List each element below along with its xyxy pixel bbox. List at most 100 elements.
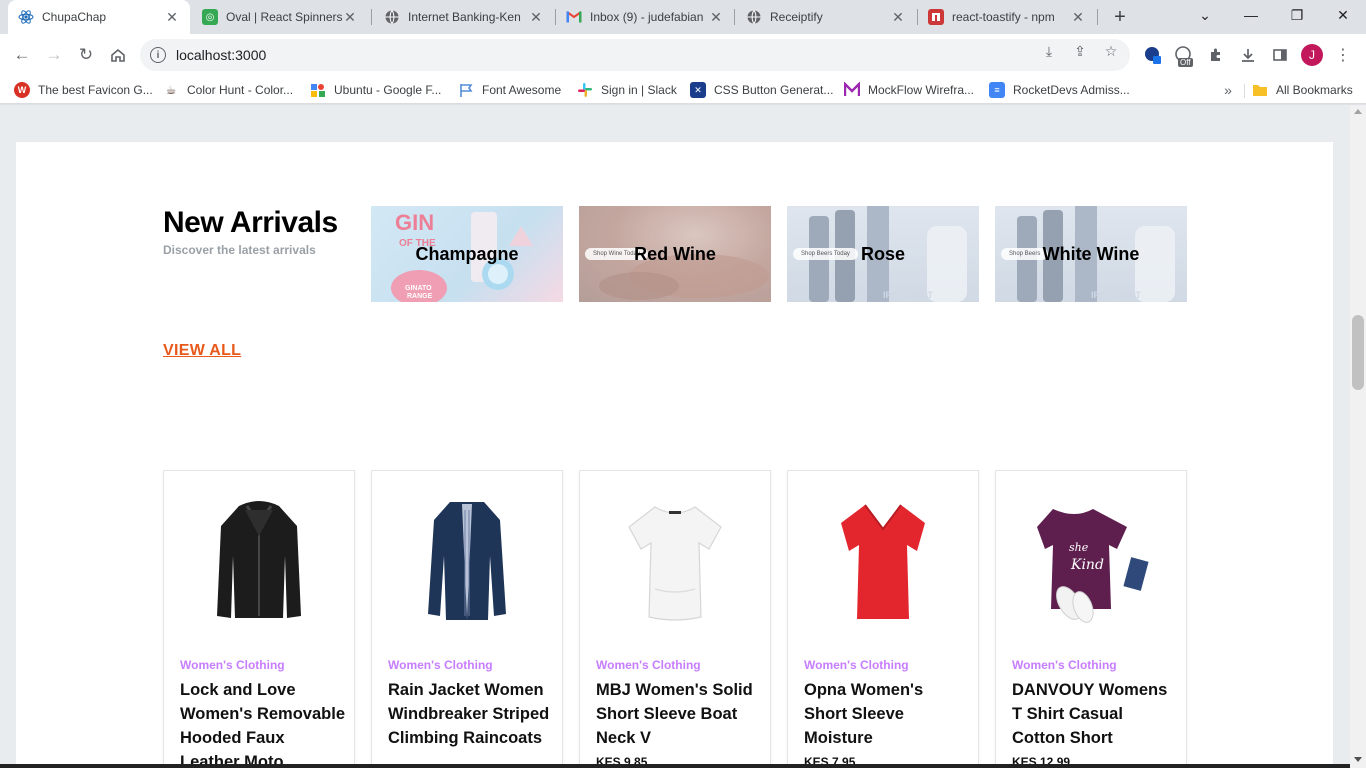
product-image-white-tshirt [580,481,770,641]
folder-icon [1252,82,1268,98]
product-category: Women's Clothing [388,658,493,672]
npm-icon [928,9,944,25]
close-tab-icon[interactable]: ✕ [708,9,724,25]
bookmarks-bar: W The best Favicon G... ☕ Color Hunt - C… [0,76,1366,104]
category-tile-rose[interactable]: IRE STRAIT Shop Beers Today Rose [787,206,979,302]
all-bookmarks-folder[interactable]: All Bookmarks [1252,80,1353,100]
close-window-button[interactable]: ✕ [1320,0,1366,30]
taskbar-edge [0,764,1350,768]
close-tab-icon[interactable]: ✕ [528,9,544,25]
flag-icon [458,82,474,98]
bookmark-font-awesome[interactable]: Font Awesome [458,80,561,100]
install-app-icon[interactable]: ⤓ [1040,42,1058,60]
product-image-black-leather-jacket [164,481,354,641]
new-arrivals-subheading: Discover the latest arrivals [163,243,316,257]
tab-title: Receiptify [770,10,823,24]
new-arrivals-heading: New Arrivals [163,206,338,239]
tab-react-spinners[interactable]: ◎ Oval | React Spinners ✕ [192,0,368,34]
more-menu-icon[interactable]: ⋮ [1335,43,1351,67]
tab-title: react-toastify - npm [952,10,1055,24]
tab-title: Oval | React Spinners [226,10,342,24]
page-content: New Arrivals Discover the latest arrival… [16,142,1333,768]
product-image-purple-tshirt: she Kind [996,481,1186,641]
downloads-icon[interactable] [1236,43,1260,67]
product-title[interactable]: Rain Jacket Women Windbreaker Striped Cl… [388,678,553,750]
product-title[interactable]: Opna Women's Short Sleeve Moisture [804,678,969,750]
product-title[interactable]: DANVOUY Womens T Shirt Casual Cotton Sho… [1012,678,1177,750]
close-tab-icon[interactable]: ✕ [164,9,180,25]
close-tab-icon[interactable]: ✕ [1070,9,1086,25]
tab-title: Inbox (9) - judefabian [590,10,704,24]
product-image-red-tshirt [788,481,978,641]
tab-receiptify[interactable]: Receiptify ✕ [736,0,916,34]
product-card[interactable]: Women's Clothing Lock and Love Women's R… [163,470,355,768]
page-scrollbar[interactable] [1350,105,1366,768]
bookmark-label: The best Favicon G... [38,83,153,97]
category-tile-red-wine[interactable]: Shop Wine Today Red Wine [579,206,771,302]
category-tile-white-wine[interactable]: IRE STRAIT Shop Beers White Wine [995,206,1187,302]
browser-toolbar: ← → ↻ i localhost:3000 ⤓ ⇪ ☆ Off J ⋮ [0,34,1366,76]
product-title[interactable]: Lock and Love Women's Removable Hooded F… [180,678,345,768]
bookmark-mockflow[interactable]: MockFlow Wirefra... [844,80,974,100]
svg-text:Kind: Kind [1070,557,1104,573]
product-category: Women's Clothing [1012,658,1117,672]
product-card[interactable]: Women's Clothing MBJ Women's Solid Short… [579,470,771,768]
tab-internet-banking[interactable]: Internet Banking-Ken ✕ [374,0,554,34]
tab-strip: ChupaChap ✕ ◎ Oval | React Spinners ✕ In… [0,0,1366,34]
site-info-icon[interactable]: i [150,47,166,63]
product-category: Women's Clothing [180,658,285,672]
new-tab-button[interactable]: + [1108,5,1132,29]
mockflow-icon [844,82,860,98]
restore-button[interactable]: ❐ [1274,0,1320,30]
extensions-puzzle-icon[interactable] [1204,43,1228,67]
close-tab-icon[interactable]: ✕ [342,9,358,25]
bookmark-css-button-generator[interactable]: ✕ CSS Button Generat... [690,80,833,100]
cup-icon: ☕ [165,83,177,97]
tab-react-toastify[interactable]: react-toastify - npm ✕ [918,0,1096,34]
tab-title: ChupaChap [42,10,107,24]
bookmark-slack[interactable]: Sign in | Slack [577,80,677,100]
scroll-up-arrow-icon[interactable] [1354,109,1362,114]
globe-icon [384,9,400,25]
forward-arrow-icon[interactable]: → [42,43,66,67]
home-icon[interactable] [106,43,130,67]
side-panel-icon[interactable] [1268,43,1292,67]
view-all-link[interactable]: VIEW ALL [163,342,241,360]
bookmark-label: Ubuntu - Google F... [334,83,442,97]
bookmark-ubuntu-google-fonts[interactable]: Ubuntu - Google F... [310,80,441,100]
address-url: localhost:3000 [176,47,267,63]
scroll-down-arrow-icon[interactable] [1354,757,1362,762]
react-icon [18,9,34,25]
product-card[interactable]: she Kind Women's Clothing DANVOUY Womens… [995,470,1187,768]
product-card[interactable]: Women's Clothing Opna Women's Short Slee… [787,470,979,768]
bookmark-label: MockFlow Wirefra... [868,83,975,97]
bookmark-favicon-generator[interactable]: W The best Favicon G... [14,80,153,100]
address-bar[interactable]: i localhost:3000 [140,39,1130,71]
category-label: Champagne [415,243,519,264]
category-label: Rose [860,243,905,264]
tab-chupachap[interactable]: ChupaChap ✕ [8,0,190,34]
bookmark-rocketdevs[interactable]: ≡ RocketDevs Admiss... [989,80,1130,100]
bookmark-label: Color Hunt - Color... [187,83,294,97]
minimize-button[interactable]: — [1228,0,1274,30]
product-card[interactable]: Women's Clothing Rain Jacket Women Windb… [371,470,563,768]
more-bookmarks-chevron-icon[interactable]: » [1220,80,1236,100]
close-tab-icon[interactable]: ✕ [890,9,906,25]
profile-avatar[interactable]: J [1301,44,1323,66]
bookmark-star-icon[interactable]: ☆ [1102,42,1120,60]
extension-translate-icon[interactable] [1141,43,1165,67]
bookmark-color-hunt[interactable]: ☕ Color Hunt - Color... [163,80,293,100]
bookmark-label: All Bookmarks [1276,83,1353,97]
scrollbar-thumb[interactable] [1352,315,1364,390]
tab-search-icon[interactable]: ⌄ [1182,0,1228,30]
product-title[interactable]: MBJ Women's Solid Short Sleeve Boat Neck… [596,678,761,750]
category-tag: Shop Beers Today [793,248,858,260]
spinner-site-icon: ◎ [202,9,218,25]
page-viewport: New Arrivals Discover the latest arrival… [0,105,1350,768]
share-icon[interactable]: ⇪ [1071,42,1089,60]
category-tile-champagne[interactable]: GIN OF THE GINATO RANGE Champagne [371,206,563,302]
tab-gmail-inbox[interactable]: Inbox (9) - judefabian ✕ [556,0,734,34]
back-arrow-icon[interactable]: ← [10,43,34,67]
reload-icon[interactable]: ↻ [74,43,98,67]
extension-off-icon[interactable]: Off [1172,43,1196,67]
